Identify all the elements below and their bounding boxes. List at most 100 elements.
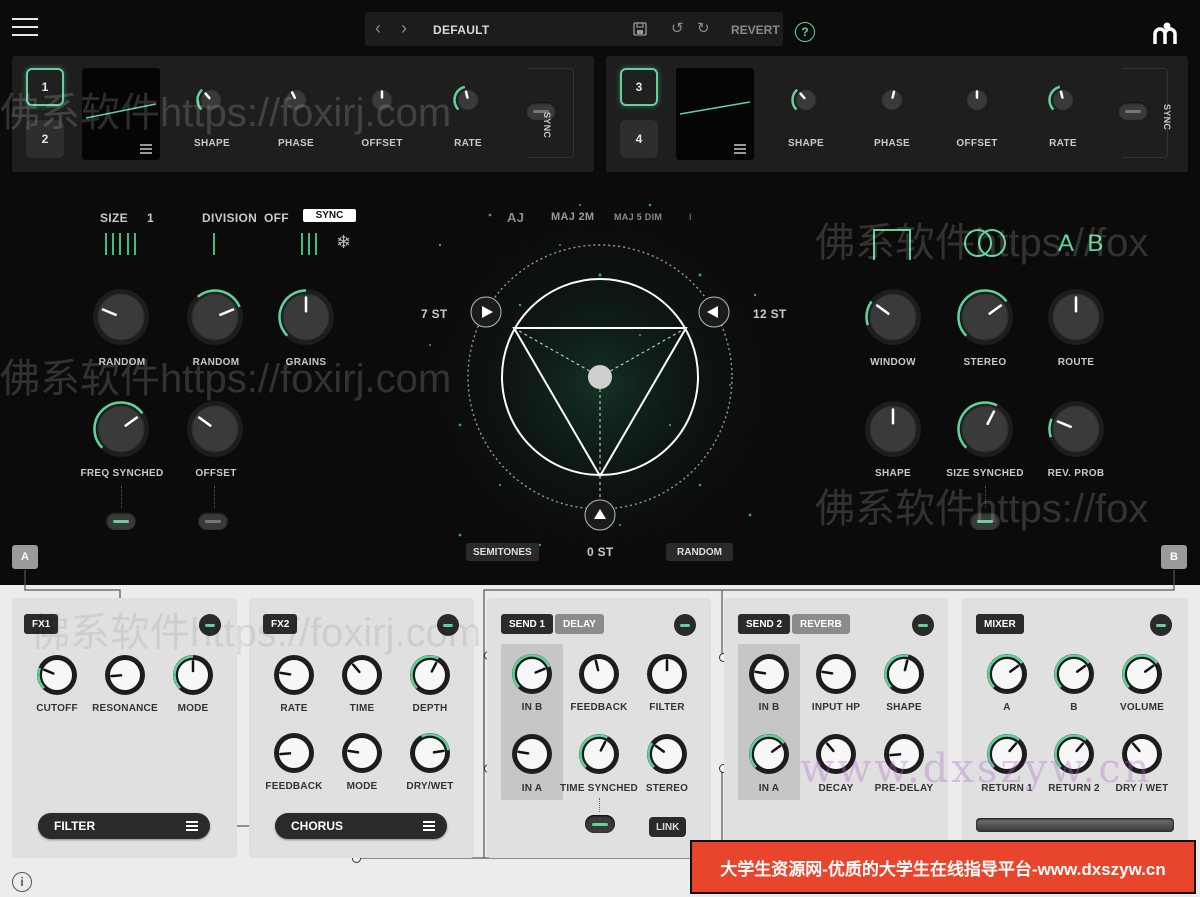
prev-preset-icon[interactable]: ‹ xyxy=(375,18,381,39)
division-bar-icon[interactable] xyxy=(212,233,216,255)
next-preset-icon[interactable]: › xyxy=(401,18,407,39)
info-icon[interactable]: i xyxy=(12,872,32,892)
random-division-knob[interactable] xyxy=(186,288,244,346)
chord-option[interactable]: I xyxy=(689,212,692,222)
lfo-rate-knob[interactable] xyxy=(452,84,484,116)
reverb-shape-knob[interactable] xyxy=(883,653,925,695)
mixer-volume-knob[interactable] xyxy=(1121,653,1163,695)
waveform-menu-icon[interactable] xyxy=(734,142,746,156)
window-knob[interactable] xyxy=(864,288,922,346)
send1-type-tag[interactable]: DELAY xyxy=(555,614,604,634)
lfo-rate-label: RATE xyxy=(1049,138,1077,149)
size-synched-knob[interactable] xyxy=(956,400,1014,458)
lfo-shape-label: SHAPE xyxy=(788,138,824,149)
pitch-display[interactable] xyxy=(400,185,800,585)
send2-tag: SEND 2 xyxy=(738,614,791,634)
filter-type-select[interactable]: FILTER xyxy=(38,813,210,839)
delay-time-synched-knob[interactable] xyxy=(578,733,620,775)
shape-knob[interactable] xyxy=(864,400,922,458)
grains-knob[interactable] xyxy=(277,288,335,346)
delay-filter-knob[interactable] xyxy=(646,653,688,695)
reverb-input-hp-knob[interactable] xyxy=(815,653,857,695)
send2-type-tag[interactable]: REVERB xyxy=(792,614,850,634)
mixer-power-toggle[interactable] xyxy=(1150,614,1172,636)
lfo-phase-label: PHASE xyxy=(874,138,910,149)
division-sync-button[interactable]: SYNC xyxy=(303,209,356,222)
help-icon[interactable]: ? xyxy=(795,22,815,42)
delay-in-a-label: IN A xyxy=(521,783,543,794)
chorus-mode-knob[interactable] xyxy=(341,732,383,774)
lfo-sync-toggle[interactable] xyxy=(1118,102,1148,120)
sync-bars-icon[interactable] xyxy=(300,233,322,255)
rev-prob-knob[interactable] xyxy=(1047,400,1105,458)
chord-option[interactable]: AJ xyxy=(507,210,524,225)
mixer-b-knob[interactable] xyxy=(1053,653,1095,695)
random-button[interactable]: RANDOM xyxy=(666,543,733,561)
lfo-offset-label: OFFSET xyxy=(361,138,403,149)
delay-in-a-knob[interactable] xyxy=(511,733,553,775)
preset-name[interactable]: DEFAULT xyxy=(433,23,490,37)
delay-in-b-knob[interactable] xyxy=(511,653,553,695)
chorus-type-select[interactable]: CHORUS xyxy=(275,813,447,839)
size-bars-icon[interactable] xyxy=(104,233,138,255)
delay-filter-label: FILTER xyxy=(649,702,685,713)
chorus-rate-label: RATE xyxy=(280,703,308,714)
freq-synched-toggle[interactable] xyxy=(106,512,136,530)
connector-line xyxy=(214,486,215,508)
time-synched-toggle[interactable] xyxy=(585,815,615,833)
delay-stereo-label: STEREO xyxy=(645,783,689,794)
freq-synched-knob[interactable] xyxy=(92,400,150,458)
watermark-text: 佛系软件https://foxirj.com xyxy=(0,91,452,135)
send2-panel: SEND 2 REVERB IN B INPUT HP SHAPE IN A D… xyxy=(724,598,948,858)
redo-icon[interactable]: ↻ xyxy=(697,19,710,37)
lfo-slot-4[interactable]: 4 xyxy=(620,120,658,158)
delay-stereo-knob[interactable] xyxy=(646,733,688,775)
reverb-in-b-knob[interactable] xyxy=(748,653,790,695)
lfo-rate-knob[interactable] xyxy=(1047,84,1079,116)
chorus-rate-knob[interactable] xyxy=(273,654,315,696)
offset-knob[interactable] xyxy=(186,400,244,458)
waveform-menu-icon[interactable] xyxy=(140,142,152,156)
division-value[interactable]: OFF xyxy=(264,211,289,225)
send2-power-toggle[interactable] xyxy=(912,614,934,636)
resonance-knob[interactable] xyxy=(104,654,146,696)
chord-option[interactable]: MAJ 5 DIM xyxy=(614,212,662,222)
semitones-button[interactable]: SEMITONES xyxy=(466,543,539,561)
lfo-sync-label: SYNC xyxy=(1162,104,1172,131)
cutoff-knob[interactable] xyxy=(36,654,78,696)
lfo-slot-3[interactable]: 3 xyxy=(620,68,658,106)
route-knob[interactable] xyxy=(1047,288,1105,346)
chord-option[interactable]: MAJ 2M xyxy=(551,211,594,223)
chorus-drywet-knob[interactable] xyxy=(409,732,451,774)
save-icon[interactable] xyxy=(633,22,647,36)
lfo-phase-knob[interactable] xyxy=(876,84,908,116)
link-button[interactable]: LINK xyxy=(649,817,687,837)
freeze-snowflake-icon[interactable]: ❄ xyxy=(336,232,351,253)
send1-power-toggle[interactable] xyxy=(674,614,696,636)
plugin-logo-icon xyxy=(1153,22,1177,44)
lfo-waveform-display[interactable] xyxy=(676,68,754,160)
random-size-knob[interactable] xyxy=(92,288,150,346)
reverb-in-a-knob[interactable] xyxy=(748,733,790,775)
stereo-knob[interactable] xyxy=(956,288,1014,346)
size-value[interactable]: 1 xyxy=(147,211,154,225)
chorus-feedback-knob[interactable] xyxy=(273,732,315,774)
delay-feedback-knob[interactable] xyxy=(578,653,620,695)
revert-button[interactable]: REVERT xyxy=(731,23,780,37)
hamburger-menu-icon[interactable] xyxy=(12,18,38,42)
freq-synched-label: FREQ SYNCHED xyxy=(80,468,164,479)
lfo-sync-label: SYNC xyxy=(542,112,552,139)
lfo-shape-knob[interactable] xyxy=(790,84,822,116)
watermark-text: 佛系软件https://fox xyxy=(815,221,1149,265)
chorus-depth-knob[interactable] xyxy=(409,654,451,696)
mixer-a-label: A xyxy=(1003,702,1011,713)
reverb-in-a-label: IN A xyxy=(758,783,780,794)
mode-knob[interactable] xyxy=(172,654,214,696)
right-pitch-value: 12 ST xyxy=(753,307,787,321)
lfo-offset-knob[interactable] xyxy=(961,84,993,116)
mixer-a-knob[interactable] xyxy=(986,653,1028,695)
offset-toggle[interactable] xyxy=(198,512,228,530)
undo-icon[interactable]: ↺ xyxy=(671,19,684,37)
connector-line xyxy=(121,486,122,508)
chorus-time-knob[interactable] xyxy=(341,654,383,696)
